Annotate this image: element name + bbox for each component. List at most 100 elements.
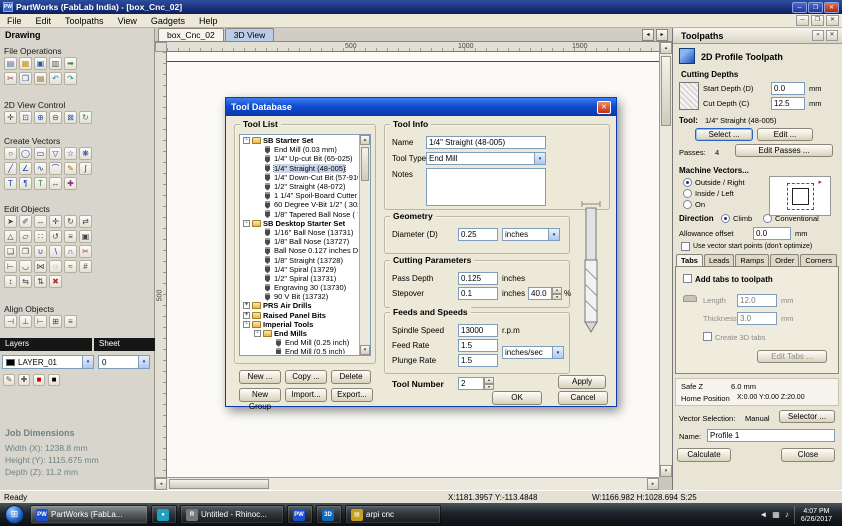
dialog-close-icon[interactable]: ✕ bbox=[597, 100, 611, 114]
copy-tool-button[interactable]: Copy ... bbox=[285, 370, 327, 384]
fillet-icon[interactable]: ◡ bbox=[19, 260, 32, 273]
draw-bezier-icon[interactable]: ∫ bbox=[79, 162, 92, 175]
tool-tree-item[interactable]: 1/4" Straight (48-005) bbox=[241, 163, 358, 173]
nest-icon[interactable]: ▣ bbox=[79, 230, 92, 243]
array-copy-icon[interactable]: ∷ bbox=[34, 230, 47, 243]
toolpath-name-input[interactable] bbox=[707, 429, 835, 442]
close-button[interactable]: Close bbox=[781, 448, 835, 462]
rotate-copy-icon[interactable]: ↺ bbox=[49, 230, 62, 243]
selector-button[interactable]: Selector ... bbox=[779, 410, 835, 423]
tool-tree-item[interactable]: 1/4" Down-Cut Bit (57-910) bbox=[241, 173, 358, 182]
intersect-icon[interactable]: ∩ bbox=[64, 245, 77, 258]
add-tabs-checkbox[interactable] bbox=[683, 274, 692, 283]
align-center-icon[interactable]: ⊥ bbox=[19, 315, 32, 328]
radio-conventional[interactable]: Conventional bbox=[763, 214, 819, 223]
save-file-icon[interactable]: ▣ bbox=[34, 57, 47, 70]
tool-tree-item[interactable]: End Mill (0.03 mm) bbox=[241, 145, 358, 154]
delete-tool-button[interactable]: Delete bbox=[331, 370, 371, 384]
edit-layers-icon[interactable]: ✎ bbox=[3, 374, 15, 386]
tab-scroll-left-icon[interactable]: ◂ bbox=[642, 29, 654, 41]
create-3d-tabs-checkbox[interactable] bbox=[703, 332, 712, 341]
edit-nodes-icon[interactable]: ✐ bbox=[19, 215, 32, 228]
zoom-extents-icon[interactable]: ⊠ bbox=[64, 111, 77, 124]
draw-rectangle-icon[interactable]: ▭ bbox=[34, 147, 47, 160]
draw-arc-icon[interactable]: ⌒ bbox=[49, 162, 62, 175]
new-group-button[interactable]: New Group bbox=[239, 388, 281, 411]
tool-tree-item[interactable]: End Mill (0.25 inch) bbox=[241, 338, 358, 347]
task-partworks[interactable]: PW PartWorks (FabLa... bbox=[30, 505, 148, 524]
scroll-down-icon[interactable]: ▾ bbox=[360, 345, 370, 355]
tab-scroll-right-icon[interactable]: ▸ bbox=[656, 29, 668, 41]
text-on-curve-icon[interactable]: T bbox=[34, 177, 47, 190]
tray-expand-icon[interactable]: ◄ bbox=[759, 510, 767, 519]
copy-icon[interactable]: ❐ bbox=[19, 72, 32, 85]
scroll-up-icon[interactable]: ▴ bbox=[360, 135, 370, 145]
vector-start-points-checkbox[interactable] bbox=[681, 242, 690, 251]
draw-line-icon[interactable]: ╱ bbox=[4, 162, 17, 175]
tool-tree-item[interactable]: 60 Degree V-Bit 1/2" ( 302 bbox=[241, 200, 358, 209]
center-in-material-icon[interactable]: ⊞ bbox=[49, 315, 62, 328]
cancel-button[interactable]: Cancel bbox=[558, 391, 608, 405]
tree-expander-icon[interactable]: - bbox=[243, 320, 250, 328]
scale-icon[interactable]: △ bbox=[4, 230, 17, 243]
mdi-close-icon[interactable]: ✕ bbox=[826, 15, 839, 26]
plunge-rate-input[interactable] bbox=[458, 354, 498, 367]
spindle-speed-input[interactable] bbox=[458, 324, 498, 337]
menu-edit[interactable]: Edit bbox=[29, 15, 59, 27]
ungroup-icon[interactable]: ❐ bbox=[19, 245, 32, 258]
radio-outside-right[interactable]: Outside / Right bbox=[683, 178, 745, 187]
tool-tree-item[interactable]: 1/8" Tapered Ball Nose ( 77-10 bbox=[241, 210, 358, 219]
tool-tree-item[interactable]: 1/8" Straight (13728) bbox=[241, 255, 358, 265]
scroll-right-icon[interactable]: ▸ bbox=[647, 478, 659, 490]
stepover-input[interactable] bbox=[458, 287, 498, 300]
diameter-input[interactable] bbox=[458, 228, 498, 241]
tool-tree-item[interactable]: 1/4" Spiral (13729) bbox=[241, 265, 358, 274]
align-left-icon[interactable]: ⊣ bbox=[4, 315, 17, 328]
distribute-icon[interactable]: ≡ bbox=[64, 315, 77, 328]
spin-down-icon[interactable]: ▾ bbox=[552, 293, 562, 300]
vertical-scroll-thumb[interactable] bbox=[661, 56, 671, 126]
tool-list-scrollbar[interactable]: ▴ ▾ bbox=[359, 135, 370, 355]
tool-name-input[interactable] bbox=[426, 136, 546, 149]
tree-group-sb-desktop-starter-set[interactable]: - SB Desktop Starter Set bbox=[241, 219, 358, 228]
tab-length-input[interactable] bbox=[737, 294, 777, 307]
menu-help[interactable]: Help bbox=[192, 15, 225, 27]
export-button[interactable]: Export... bbox=[331, 388, 373, 402]
select-arrow-icon[interactable]: ➤ bbox=[4, 215, 17, 228]
tool-tree-item[interactable]: 90 V Bit (13732) bbox=[241, 292, 358, 301]
measure-icon[interactable]: ↔ bbox=[34, 215, 47, 228]
panel-close-icon[interactable]: ✕ bbox=[826, 30, 838, 41]
tool-number-input[interactable] bbox=[458, 377, 484, 390]
zoom-in-icon[interactable]: ⊕ bbox=[34, 111, 47, 124]
move-icon[interactable]: ✛ bbox=[49, 215, 62, 228]
subtract-icon[interactable]: ∖ bbox=[49, 245, 62, 258]
tool-tree-item[interactable]: 1/4" Up-cut Bit (65-025) bbox=[241, 154, 358, 163]
tool-tree-item[interactable]: Engraving 30 (13730) bbox=[241, 283, 358, 292]
tab-tabs[interactable]: Tabs bbox=[676, 254, 703, 266]
calculate-button[interactable]: Calculate bbox=[677, 448, 731, 462]
distort-icon[interactable]: ▱ bbox=[19, 230, 32, 243]
chevron-down-icon[interactable]: ▾ bbox=[534, 153, 545, 164]
new-tool-button[interactable]: New ... bbox=[239, 370, 281, 384]
scroll-down-icon[interactable]: ▾ bbox=[660, 465, 672, 477]
horizontal-scroll-thumb[interactable] bbox=[169, 479, 269, 489]
tree-group-end-mills[interactable]: - End Mills bbox=[241, 329, 358, 338]
notes-textarea[interactable] bbox=[426, 168, 546, 206]
trim-icon[interactable]: ✂ bbox=[79, 245, 92, 258]
undo-icon[interactable]: ↶ bbox=[49, 72, 62, 85]
radio-inside-left[interactable]: Inside / Left bbox=[683, 189, 734, 198]
draw-gear-icon[interactable]: ❋ bbox=[79, 147, 92, 160]
tree-group-imperial-tools[interactable]: - Imperial Tools bbox=[241, 320, 358, 329]
insert-node-icon[interactable]: ✚ bbox=[64, 177, 77, 190]
extend-icon[interactable]: ⊢ bbox=[4, 260, 17, 273]
task-app-round[interactable]: ● bbox=[151, 505, 177, 524]
panel-collapse-icon[interactable]: « bbox=[812, 30, 824, 41]
tool-tree-item[interactable]: 1/16" Ball Nose (13731) bbox=[241, 228, 358, 237]
weld-icon[interactable]: ∪ bbox=[34, 245, 47, 258]
chevron-down-icon[interactable]: ▾ bbox=[552, 347, 563, 358]
layer-color-red-icon[interactable]: ■ bbox=[33, 374, 45, 386]
redo-icon[interactable]: ↷ bbox=[64, 72, 77, 85]
edit-tabs-button[interactable]: Edit Tabs ... bbox=[757, 350, 827, 363]
delete-icon[interactable]: ✖ bbox=[49, 275, 62, 288]
radio-climb[interactable]: Climb bbox=[721, 214, 752, 223]
